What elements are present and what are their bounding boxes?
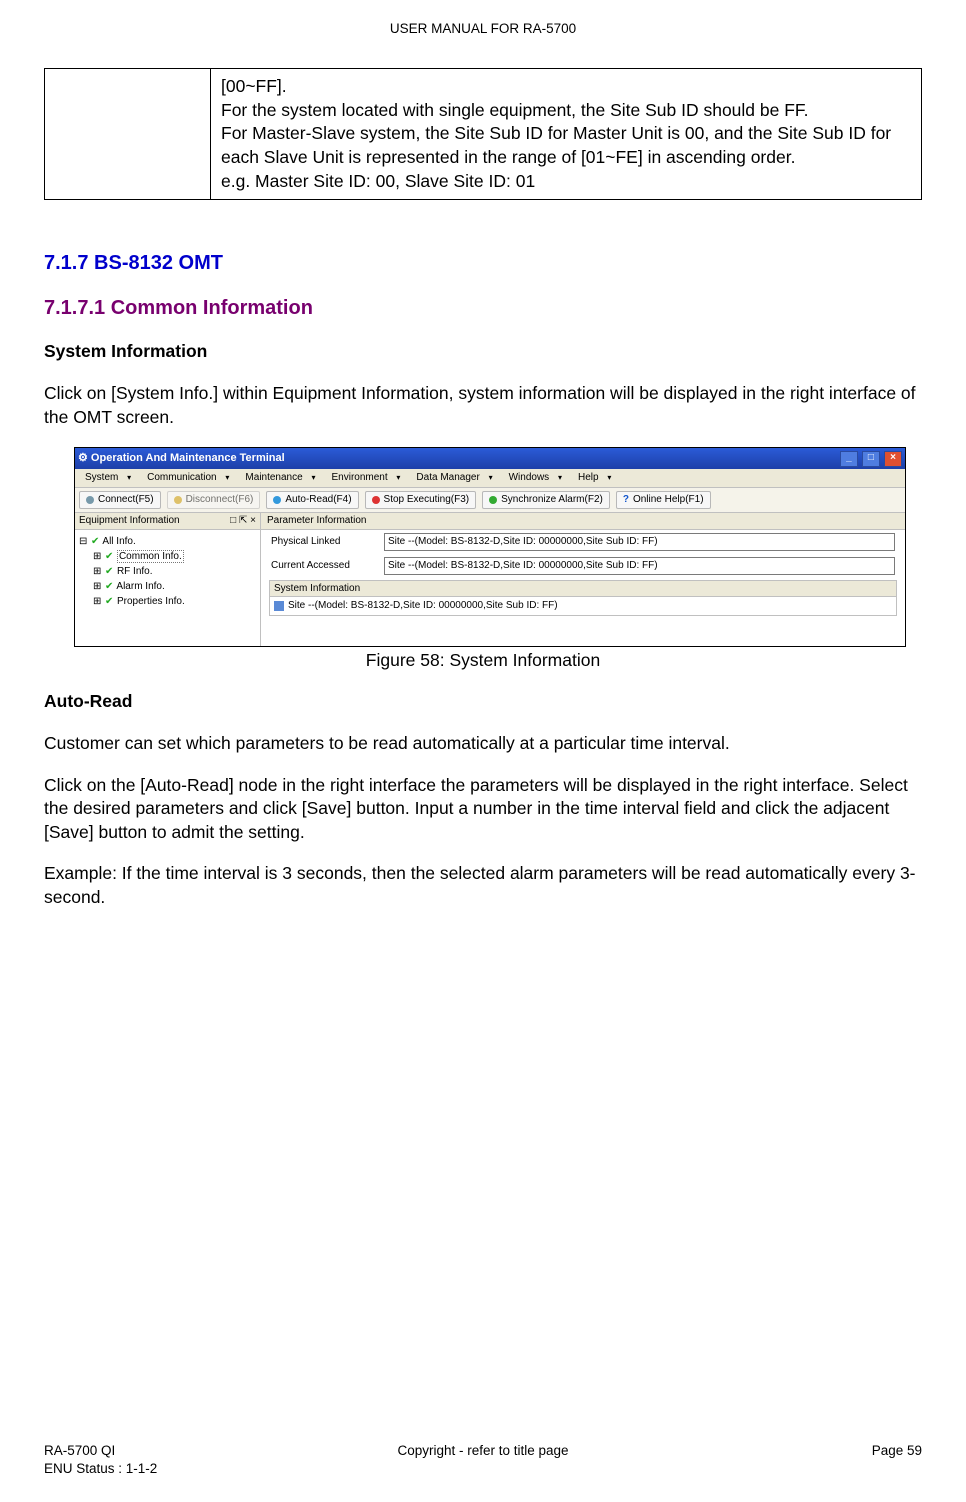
left-pane-title: Equipment Information (79, 514, 180, 528)
system-information-panel: System Information Site --(Model: BS-813… (269, 580, 897, 616)
disconnect-icon (174, 496, 182, 504)
right-pane-title: Parameter Information (261, 513, 905, 530)
connect-button[interactable]: Connect(F5) (79, 491, 161, 510)
current-accessed-row: Current Accessed Site --(Model: BS-8132-… (261, 554, 905, 578)
maximize-icon[interactable]: □ (862, 451, 880, 467)
window-controls: _ □ × (839, 450, 902, 467)
menu-communication[interactable]: Communication ▾ (141, 471, 235, 485)
tree-common-info[interactable]: ⊞ ✔ Common Info. (79, 549, 256, 564)
heading-topic: Auto-Read (44, 690, 922, 714)
blank-area (261, 618, 905, 646)
content-panes: Equipment Information □ ⇱ × ⊟ ✔ All Info… (75, 513, 905, 646)
physical-linked-label: Physical Linked (271, 535, 376, 549)
right-pane: Parameter Information Physical Linked Si… (261, 513, 905, 646)
auto-read-button[interactable]: Auto-Read(F4) (266, 491, 358, 510)
help-icon: ? (623, 493, 629, 507)
figure-caption: Figure 58: System Information (44, 649, 922, 673)
pane-controls[interactable]: □ ⇱ × (230, 514, 256, 528)
physical-linked-value[interactable]: Site --(Model: BS-8132-D,Site ID: 000000… (384, 533, 895, 551)
left-pane-header: Equipment Information □ ⇱ × (75, 513, 260, 530)
footer-left: RA-5700 QI ENU Status : 1-1-2 (44, 1442, 157, 1478)
embedded-screenshot: ⚙ Operation And Maintenance Terminal _ □… (74, 447, 906, 647)
stop-icon (372, 496, 380, 504)
menu-windows[interactable]: Windows ▾ (503, 471, 568, 485)
paragraph: Example: If the time interval is 3 secon… (44, 862, 922, 909)
system-information-row[interactable]: Site --(Model: BS-8132-D,Site ID: 000000… (269, 596, 897, 616)
menu-data-manager[interactable]: Data Manager ▾ (410, 471, 498, 485)
app-icon: ⚙ Operation And Maintenance Terminal (78, 451, 285, 466)
tree-alarm-info[interactable]: ⊞ ✔ Alarm Info. (79, 579, 256, 594)
site-icon (274, 601, 284, 611)
heading-section: 7.1.7 BS-8132 OMT (44, 250, 922, 277)
menu-environment[interactable]: Environment ▾ (325, 471, 406, 485)
online-help-button[interactable]: ?Online Help(F1) (616, 491, 711, 510)
table-label-cell (45, 69, 211, 200)
equipment-tree: ⊟ ✔ All Info. ⊞ ✔ Common Info. ⊞ ✔ RF In… (75, 530, 260, 613)
tree-properties-info[interactable]: ⊞ ✔ Properties Info. (79, 594, 256, 609)
menu-system[interactable]: System ▾ (79, 471, 137, 485)
synchronize-alarm-button[interactable]: Synchronize Alarm(F2) (482, 491, 610, 510)
menu-maintenance[interactable]: Maintenance ▾ (239, 471, 321, 485)
tree-rf-info[interactable]: ⊞ ✔ RF Info. (79, 564, 256, 579)
disconnect-button[interactable]: Disconnect(F6) (167, 491, 261, 510)
minimize-icon[interactable]: _ (840, 451, 858, 467)
paragraph: Click on [System Info.] within Equipment… (44, 382, 922, 429)
physical-linked-row: Physical Linked Site --(Model: BS-8132-D… (261, 530, 905, 554)
tree-root[interactable]: ⊟ ✔ All Info. (79, 534, 256, 549)
heading-topic: System Information (44, 340, 922, 364)
footer-copyright: Copyright - refer to title page (44, 1442, 922, 1460)
stop-executing-button[interactable]: Stop Executing(F3) (365, 491, 477, 510)
footer-page-number: Page 59 (872, 1442, 922, 1478)
info-table: [00~FF]. For the system located with sin… (44, 68, 922, 200)
paragraph: Click on the [Auto-Read] node in the rig… (44, 774, 922, 845)
system-information-header: System Information (269, 580, 897, 597)
window-title: Operation And Maintenance Terminal (91, 452, 285, 464)
menu-help[interactable]: Help ▾ (572, 471, 617, 485)
window-titlebar[interactable]: ⚙ Operation And Maintenance Terminal _ □… (75, 448, 905, 469)
heading-subsection: 7.1.7.1 Common Information (44, 295, 922, 322)
table-content-cell: [00~FF]. For the system located with sin… (211, 69, 922, 200)
auto-read-icon (273, 496, 281, 504)
current-accessed-label: Current Accessed (271, 559, 376, 573)
page-footer: RA-5700 QI ENU Status : 1-1-2 Copyright … (44, 1442, 922, 1478)
current-accessed-value[interactable]: Site --(Model: BS-8132-D,Site ID: 000000… (384, 557, 895, 575)
close-icon[interactable]: × (884, 451, 902, 467)
footer-status: ENU Status : 1-1-2 (44, 1460, 157, 1478)
connect-icon (86, 496, 94, 504)
page-header: USER MANUAL FOR RA-5700 (44, 20, 922, 38)
menu-bar: System ▾ Communication ▾ Maintenance ▾ E… (75, 469, 905, 488)
paragraph: Customer can set which parameters to be … (44, 732, 922, 756)
document-page: USER MANUAL FOR RA-5700 [00~FF]. For the… (0, 0, 966, 1502)
system-information-value: Site --(Model: BS-8132-D,Site ID: 000000… (288, 599, 558, 613)
footer-doc-id: RA-5700 QI (44, 1442, 157, 1460)
sync-icon (489, 496, 497, 504)
toolbar: Connect(F5) Disconnect(F6) Auto-Read(F4)… (75, 488, 905, 514)
left-pane: Equipment Information □ ⇱ × ⊟ ✔ All Info… (75, 513, 261, 646)
